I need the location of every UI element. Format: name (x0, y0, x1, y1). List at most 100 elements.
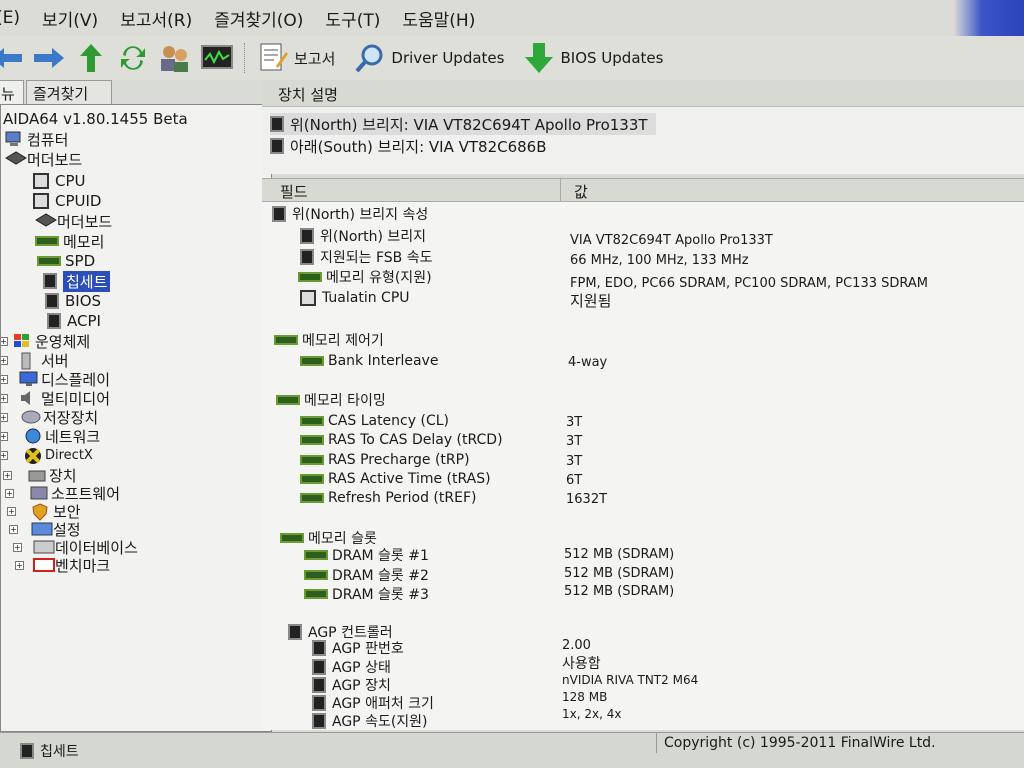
expand-toggle[interactable]: + (5, 489, 14, 498)
field-value: 66 MHz, 100 MHz, 133 MHz (570, 252, 749, 268)
tree-root[interactable]: AIDA64 v1.80.1455 Beta (3, 109, 188, 129)
column-field[interactable]: 필드 (280, 181, 308, 202)
field-row[interactable]: Tualatin CPU (300, 288, 410, 308)
expand-toggle[interactable]: + (13, 543, 22, 552)
expand-toggle[interactable]: + (1, 432, 8, 441)
field-value: 3T (566, 433, 583, 449)
tree-label-storage: 저장장치 (43, 408, 99, 427)
tab-favorites[interactable]: 즐겨찾기 (26, 80, 112, 104)
expand-toggle[interactable]: + (15, 561, 24, 570)
field-row[interactable]: 메모리 유형(지원) (298, 267, 432, 287)
expand-toggle[interactable]: + (7, 507, 16, 516)
field-row[interactable]: RAS Active Time (tRAS) (300, 469, 491, 489)
memory-icon (280, 533, 304, 543)
tree-item-acpi[interactable]: ACPI (47, 311, 101, 331)
chipset-icon (43, 273, 57, 289)
field-value: 3T (566, 453, 583, 469)
report-button[interactable]: 보고서 (256, 41, 335, 75)
forward-arrow-icon[interactable] (32, 41, 66, 75)
field-label: Refresh Period (tREF) (328, 490, 477, 506)
field-value: 지원됨 (570, 291, 612, 310)
tree-item-motherboard[interactable]: 머더보드 (5, 149, 82, 169)
tree-item-multimedia[interactable]: 멀티미디어 (19, 388, 110, 408)
field-row[interactable]: RAS Precharge (tRP) (300, 450, 470, 470)
tree-item-server[interactable]: 서버 (19, 350, 69, 370)
up-arrow-icon[interactable] (74, 41, 108, 75)
menu-favorites[interactable]: 즐겨찾기(O) (210, 6, 321, 31)
field-row[interactable]: AGP 상태 (312, 657, 391, 677)
section-title-label: 위(North) 브리지 속성 (292, 207, 429, 223)
field-row[interactable]: AGP 장치 (312, 675, 391, 695)
expand-toggle[interactable]: + (9, 525, 18, 534)
expand-toggle[interactable]: + (1, 451, 8, 460)
tree-item-memory[interactable]: 메모리 (35, 231, 104, 251)
tree-item-cpuid[interactable]: CPUID (33, 191, 101, 211)
field-row[interactable]: Refresh Period (tREF) (300, 488, 476, 508)
column-value[interactable]: 값 (574, 181, 588, 202)
status-current: 칩세트 (20, 741, 79, 761)
tree-label-display: 디스플레이 (41, 370, 111, 389)
tree-item-display[interactable]: 디스플레이 (19, 369, 110, 389)
bios-updates-button[interactable]: BIOS Updates (522, 41, 663, 75)
tree-item-bios[interactable]: BIOS (45, 291, 101, 311)
tree-item-chipset[interactable]: 칩세트 (43, 270, 111, 292)
field-row[interactable]: 지원되는 FSB 속도 (300, 247, 432, 267)
menu-bar: (E) 보기(V) 보고서(R) 즐겨찾기(O) 도구(T) 도움말(H) (0, 0, 1024, 36)
device-north-bridge[interactable]: 위(North) 브리지: VIA VT82C694T Apollo Pro13… (270, 113, 656, 135)
field-row[interactable]: Bank Interleave (300, 351, 438, 371)
field-row[interactable]: AGP 속도(지원) (312, 711, 428, 730)
memory-icon (300, 493, 324, 503)
tree-item-cpu[interactable]: CPU (33, 171, 86, 191)
menu-view[interactable]: 보기(V) (38, 6, 116, 31)
tree-item-benchmark[interactable]: 벤치마크 (33, 555, 110, 575)
expand-toggle[interactable]: + (1, 337, 8, 346)
refresh-icon[interactable] (116, 41, 150, 75)
tree-item-storage[interactable]: 저장장치 (21, 407, 98, 427)
field-label: AGP 장치 (332, 678, 391, 694)
tree-label-directx: DirectX (45, 447, 93, 463)
tree-item-computer[interactable]: 컴퓨터 (5, 129, 68, 149)
memory-icon (300, 474, 324, 484)
tree-item-spd[interactable]: SPD (37, 251, 95, 271)
device-south-bridge[interactable]: 아래(South) 브리지: VIA VT82C686B (270, 135, 547, 157)
tree-item-motherboard-sub[interactable]: 머더보드 (35, 211, 112, 231)
status-divider (656, 733, 657, 753)
menu-tools[interactable]: 도구(T) (321, 6, 398, 31)
field-row[interactable]: DRAM 슬롯 #1 (304, 545, 429, 565)
users-icon[interactable] (158, 41, 192, 75)
expand-toggle[interactable]: + (1, 413, 8, 422)
field-row[interactable]: DRAM 슬롯 #3 (304, 584, 429, 604)
monitor-graph-icon[interactable] (200, 41, 234, 75)
column-divider[interactable] (560, 179, 561, 203)
network-icon (23, 428, 41, 444)
tree-item-directx[interactable]: DirectX (23, 445, 93, 465)
field-row[interactable]: AGP 판번호 (312, 638, 404, 658)
driver-updates-button[interactable]: Driver Updates (353, 41, 504, 75)
report-icon (256, 41, 290, 75)
tree-item-os[interactable]: 운영체제 (13, 331, 90, 351)
tree-item-network[interactable]: 네트워크 (23, 426, 100, 446)
menu-report[interactable]: 보고서(R) (116, 6, 210, 31)
field-row[interactable]: CAS Latency (CL) (300, 411, 449, 431)
expand-toggle[interactable]: + (1, 394, 8, 403)
device-description-title: 장치 설명 (278, 86, 338, 104)
field-label: Tualatin CPU (322, 290, 410, 306)
field-row[interactable]: DRAM 슬롯 #2 (304, 565, 429, 585)
field-row[interactable]: 위(North) 브리지 (300, 226, 426, 246)
server-icon (19, 352, 37, 370)
expand-toggle[interactable]: + (1, 356, 8, 365)
expand-toggle[interactable]: + (1, 375, 8, 384)
field-value: FPM, EDO, PC66 SDRAM, PC100 SDRAM, PC133… (570, 275, 928, 291)
field-row[interactable]: AGP 애퍼처 크기 (312, 693, 434, 713)
device-south-label: 아래(South) 브리지: VIA VT82C686B (290, 137, 547, 156)
menu-help[interactable]: 도움말(H) (398, 6, 493, 31)
expand-toggle[interactable]: + (3, 471, 12, 480)
tree-label-chipset: 칩세트 (63, 270, 111, 292)
field-row[interactable]: RAS To CAS Delay (tRCD) (300, 430, 503, 450)
menu-edit[interactable]: (E) (0, 8, 38, 28)
field-label: AGP 상태 (332, 660, 391, 676)
tab-menu[interactable]: 뉴 (0, 80, 24, 104)
navigation-tree: AIDA64 v1.80.1455 Beta 컴퓨터 머더보드 CPU CPUI… (0, 104, 272, 732)
tree-label-motherboard-sub: 머더보드 (57, 212, 113, 231)
back-arrow-icon[interactable] (0, 41, 24, 75)
